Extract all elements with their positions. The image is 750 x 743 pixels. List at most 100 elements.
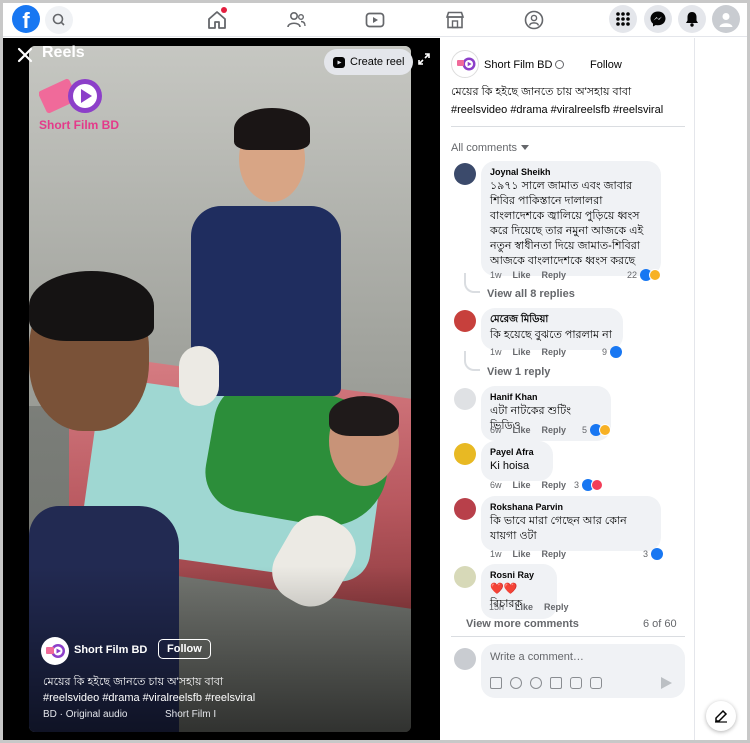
facebook-logo[interactable]: f bbox=[12, 5, 40, 33]
brand-logo-text: Short Film BD bbox=[39, 118, 119, 132]
camera-icon[interactable] bbox=[550, 677, 562, 689]
view-replies-link[interactable]: View all 8 replies bbox=[487, 288, 575, 300]
reels-title: Reels bbox=[42, 44, 85, 61]
reel-audio-title[interactable]: Short Film I bbox=[165, 709, 216, 720]
comment-author[interactable]: Rokshana Parvin bbox=[490, 501, 652, 513]
search-icon bbox=[52, 13, 65, 26]
send-icon[interactable] bbox=[661, 677, 672, 689]
video-scene-officer-hair bbox=[234, 108, 310, 150]
comment-time[interactable]: 15h bbox=[489, 602, 504, 612]
comment-author[interactable]: Hanif Khan bbox=[490, 391, 602, 403]
like-reaction-icon bbox=[650, 548, 663, 560]
like-link[interactable]: Like bbox=[513, 270, 531, 280]
notifications-button[interactable] bbox=[678, 5, 706, 33]
reel-audio-label[interactable]: BD · Original audio bbox=[43, 709, 127, 720]
like-link[interactable]: Like bbox=[513, 425, 531, 435]
commenter-avatar[interactable] bbox=[454, 443, 476, 465]
commenter-avatar[interactable] bbox=[454, 388, 476, 410]
like-link[interactable]: Like bbox=[515, 602, 533, 612]
create-reel-button[interactable]: Create reel bbox=[324, 49, 414, 75]
page-logo-icon bbox=[46, 644, 65, 658]
reel-viewer: Short Film BD Reels Create reel Short Fi… bbox=[3, 38, 440, 740]
comment-author[interactable]: Joynal Sheikh bbox=[490, 166, 652, 178]
reaction-count: 5 bbox=[582, 425, 588, 435]
reply-link[interactable]: Reply bbox=[542, 480, 567, 490]
new-message-button[interactable] bbox=[706, 701, 736, 731]
comment-count: 6 of 60 bbox=[643, 618, 677, 630]
commenter-avatar[interactable] bbox=[454, 310, 476, 332]
comment-meta: 15h Like Reply bbox=[489, 602, 580, 612]
comment-author[interactable]: Payel Afra bbox=[490, 446, 544, 458]
like-link[interactable]: Like bbox=[513, 347, 531, 357]
page-avatar[interactable] bbox=[451, 50, 479, 78]
comment-time[interactable]: 1w bbox=[490, 270, 502, 280]
divider bbox=[451, 636, 685, 637]
comment-time[interactable]: 1w bbox=[490, 549, 502, 559]
comment-reactions[interactable]: 5 bbox=[582, 424, 611, 436]
comment-reactions[interactable]: 22 bbox=[627, 269, 661, 281]
expand-icon[interactable] bbox=[417, 52, 431, 66]
comment-bubble: Payel Afra Ki hoisa bbox=[481, 441, 553, 482]
comment-text: কি হয়েছে বুঝতে পারলাম না bbox=[490, 328, 612, 341]
love-reaction-icon bbox=[590, 479, 603, 491]
reel-video[interactable]: Short Film BD bbox=[29, 46, 411, 732]
comment-reactions[interactable]: 9 bbox=[602, 346, 622, 358]
reel-follow-button[interactable]: Follow bbox=[158, 639, 211, 659]
comment-meta: 1w Like Reply bbox=[490, 270, 577, 280]
reel-hashtags[interactable]: #reelsvideo #drama #viralreelsfb #reelsv… bbox=[43, 692, 255, 704]
menu-button[interactable] bbox=[609, 5, 637, 33]
my-avatar[interactable] bbox=[454, 648, 476, 670]
video-scene-glove bbox=[179, 346, 219, 406]
profile-avatar[interactable] bbox=[712, 5, 740, 33]
reply-link[interactable]: Reply bbox=[542, 347, 567, 357]
compose-icon bbox=[715, 709, 728, 723]
like-link[interactable]: Like bbox=[513, 480, 531, 490]
search-button[interactable] bbox=[45, 6, 73, 34]
page-name[interactable]: Short Film BD bbox=[484, 59, 565, 71]
reply-link[interactable]: Reply bbox=[542, 425, 567, 435]
comment-sort-dropdown[interactable]: All comments bbox=[451, 142, 530, 154]
video-scene-hair bbox=[329, 396, 399, 436]
gif-icon[interactable] bbox=[570, 677, 582, 689]
marketplace-icon[interactable] bbox=[443, 8, 467, 32]
commenter-avatar[interactable] bbox=[454, 566, 476, 588]
follow-link[interactable]: Follow bbox=[590, 59, 622, 71]
sticker-icon[interactable] bbox=[590, 677, 602, 689]
reply-link[interactable]: Reply bbox=[544, 602, 569, 612]
reply-link[interactable]: Reply bbox=[542, 270, 567, 280]
post-hashtags[interactable]: #reelsvideo #drama #viralreelsfb #reelsv… bbox=[451, 104, 663, 116]
like-link[interactable]: Like bbox=[513, 549, 531, 559]
comment-reactions[interactable]: 3 bbox=[574, 479, 603, 491]
close-icon[interactable] bbox=[16, 46, 34, 64]
view-more-comments-link[interactable]: View more comments bbox=[466, 618, 579, 630]
emoji-icon[interactable] bbox=[510, 677, 522, 689]
comment-bubble: মেরেজ মিডিয়া কি হয়েছে বুঝতে পারলাম না bbox=[481, 308, 623, 350]
comment-time[interactable]: 1w bbox=[490, 347, 502, 357]
smile-icon[interactable] bbox=[530, 677, 542, 689]
haha-reaction-icon bbox=[648, 269, 661, 281]
reaction-count: 9 bbox=[602, 347, 608, 357]
watch-icon[interactable] bbox=[363, 8, 387, 32]
comment-input[interactable] bbox=[490, 651, 670, 663]
reel-page-name[interactable]: Short Film BD bbox=[74, 644, 147, 656]
comment-sort-label: All comments bbox=[451, 142, 518, 154]
comment-time[interactable]: 6w bbox=[490, 425, 502, 435]
comment-text: কি ভাবে মারা গেছেন আর কোন যায়গা ওটা bbox=[490, 515, 627, 543]
view-replies-link[interactable]: View 1 reply bbox=[487, 366, 550, 378]
reel-page-avatar[interactable] bbox=[41, 637, 69, 665]
commenter-avatar[interactable] bbox=[454, 163, 476, 185]
reaction-count: 3 bbox=[643, 549, 649, 559]
create-reel-label: Create reel bbox=[350, 56, 405, 68]
comment-author[interactable]: মেরেজ মিডিয়া bbox=[490, 313, 614, 327]
comments-panel: Short Film BD Follow মেয়ের কি হইছে জানত… bbox=[440, 38, 747, 740]
reply-link[interactable]: Reply bbox=[542, 549, 567, 559]
commenter-avatar[interactable] bbox=[454, 498, 476, 520]
groups-icon[interactable] bbox=[522, 8, 546, 32]
comment-author[interactable]: Rosni Ray bbox=[490, 569, 548, 581]
thread-line bbox=[464, 273, 480, 293]
friends-icon[interactable] bbox=[284, 8, 308, 32]
comment-reactions[interactable]: 3 bbox=[643, 548, 663, 560]
comment-time[interactable]: 6w bbox=[490, 480, 502, 490]
avatar-sticker-icon[interactable] bbox=[490, 677, 502, 689]
messenger-button[interactable] bbox=[644, 5, 672, 33]
